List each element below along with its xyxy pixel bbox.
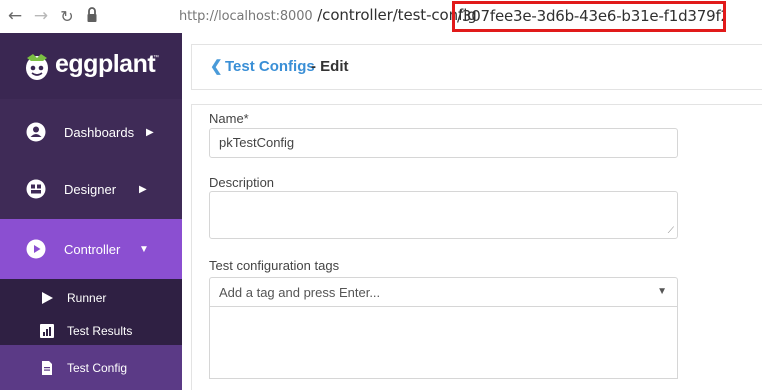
sidebar: eggplant ™ Dashboards ▶ Designer ▶ Contr… <box>0 33 182 390</box>
sidebar-subitem-test-results[interactable]: Test Results <box>0 314 182 347</box>
reload-icon[interactable]: ↻ <box>57 6 77 26</box>
chevron-right-icon: ▶ <box>146 126 154 138</box>
breadcrumb-current: - Edit <box>311 58 349 75</box>
edit-form: Name* pkTestConfig Description ⟋ Test co… <box>191 105 762 390</box>
sidebar-item-label: Dashboards <box>64 124 135 140</box>
controller-icon <box>26 239 46 259</box>
url-host: http://localhost:8000 <box>179 9 313 24</box>
sidebar-subitem-label: Test Config <box>67 360 128 375</box>
sidebar-subitem-test-config[interactable]: Test Config <box>0 345 182 390</box>
description-label: Description <box>209 175 275 190</box>
sidebar-item-label: Controller <box>64 241 121 257</box>
tags-list <box>209 307 678 379</box>
logo[interactable]: eggplant ™ <box>0 33 182 99</box>
arrow-right-icon[interactable]: → <box>31 6 51 26</box>
description-textarea[interactable]: ⟋ <box>209 191 678 239</box>
chevron-down-icon[interactable]: ▼ <box>657 286 667 297</box>
resize-handle-icon[interactable]: ⟋ <box>668 225 674 236</box>
chevron-down-icon: ▼ <box>139 243 149 255</box>
name-label: Name* <box>209 111 249 126</box>
eggplant-logo-icon <box>26 54 48 80</box>
sidebar-subitem-runner[interactable]: Runner <box>0 281 182 314</box>
arrow-left-icon[interactable]: ← <box>5 6 25 26</box>
play-icon <box>42 291 53 304</box>
tags-input[interactable]: Add a tag and press Enter... ▼ <box>209 277 678 307</box>
name-input[interactable]: pkTestConfig <box>209 128 678 158</box>
bar-chart-icon <box>40 323 54 338</box>
main-content: ❮ Test Configs - Edit Name* pkTestConfig… <box>182 33 762 390</box>
sidebar-item-designer[interactable]: Designer ▶ <box>0 159 182 219</box>
address-bar[interactable]: http://localhost:8000 /controller/test-c… <box>179 6 477 24</box>
sidebar-item-label: Designer <box>64 181 117 197</box>
sidebar-subitem-label: Runner <box>67 290 107 305</box>
browser-toolbar: ← → ↻ http://localhost:8000 /controller/… <box>0 0 762 33</box>
dashboards-icon <box>26 122 46 142</box>
lock-icon <box>87 7 97 22</box>
file-icon <box>42 360 52 375</box>
chevron-right-icon: ▶ <box>139 183 147 195</box>
controller-submenu: Runner Test Results Test Config <box>0 279 182 390</box>
breadcrumb-link-test-configs[interactable]: Test Configs <box>225 58 315 75</box>
logo-text: eggplant <box>55 50 156 78</box>
tags-label: Test configuration tags <box>209 258 340 273</box>
sidebar-item-dashboards[interactable]: Dashboards ▶ <box>0 99 182 165</box>
sidebar-item-controller[interactable]: Controller ▼ <box>0 219 182 279</box>
url-id-highlight: /307fee3e-3d6b-43e6-b31e-f1d379f27cbf <box>452 1 726 32</box>
sidebar-subitem-label: Test Results <box>67 323 133 338</box>
page-header: ❮ Test Configs - Edit <box>191 44 762 90</box>
designer-icon <box>26 179 46 199</box>
trademark: ™ <box>153 55 159 61</box>
tags-placeholder: Add a tag and press Enter... <box>219 285 381 300</box>
chevron-left-icon[interactable]: ❮ <box>210 57 223 75</box>
